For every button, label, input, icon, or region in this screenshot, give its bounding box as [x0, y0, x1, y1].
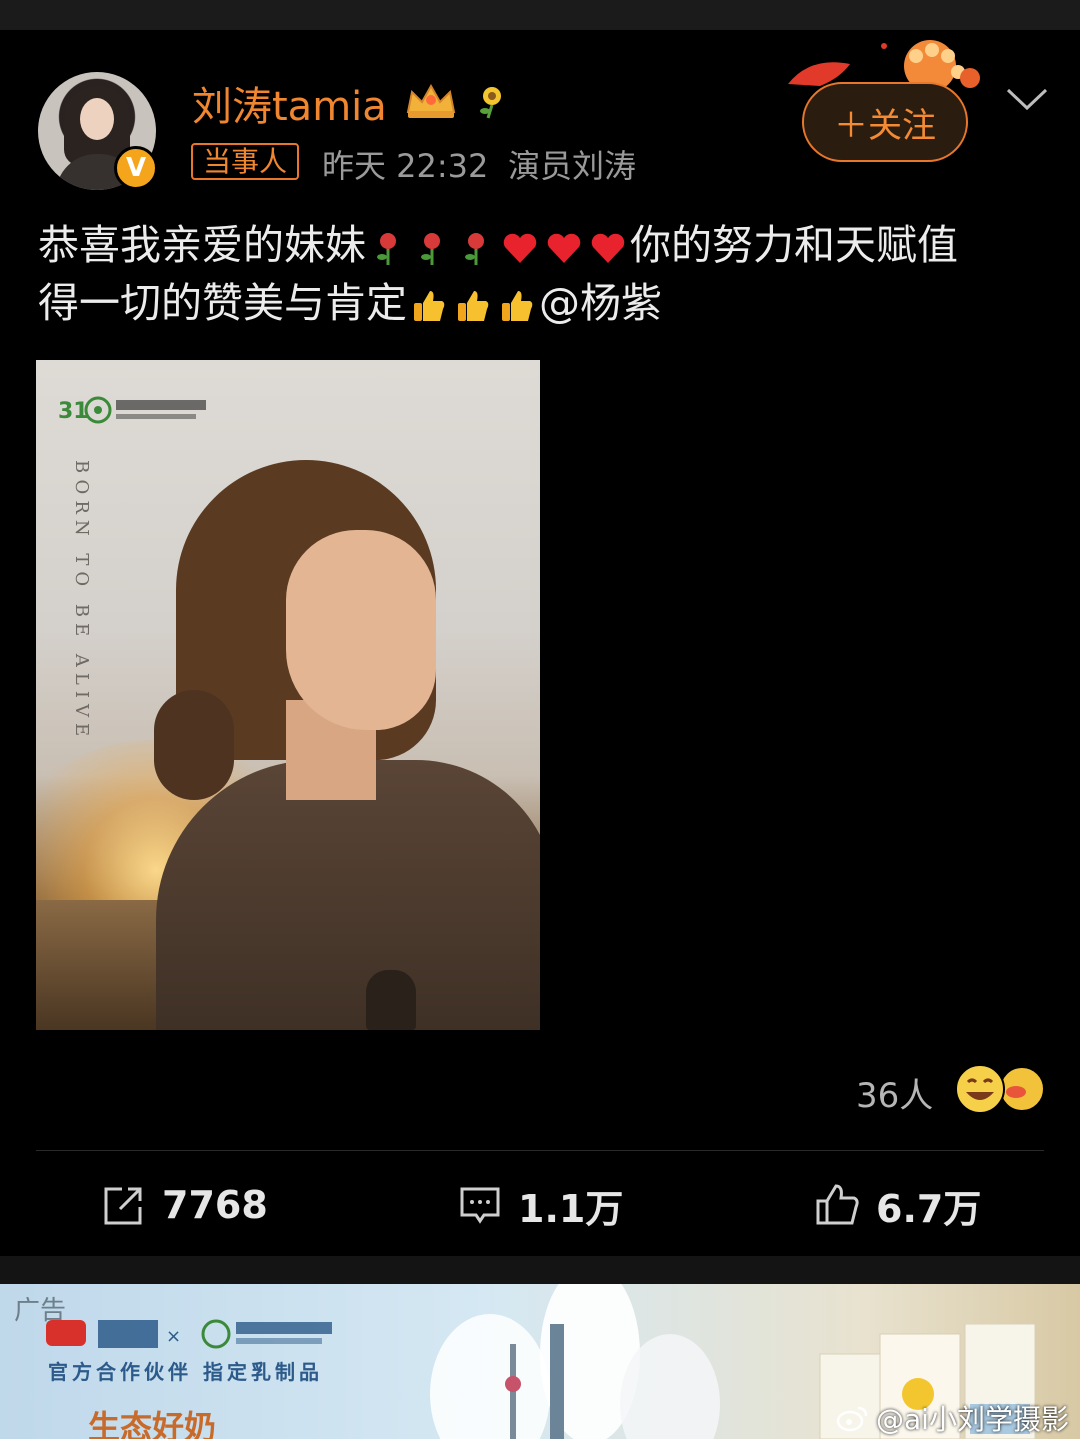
- ad-partner-text: 官方合作伙伴 指定乳制品: [48, 1360, 323, 1384]
- author-name[interactable]: 刘涛tamia: [192, 74, 387, 132]
- like-button[interactable]: 6.7万: [814, 1178, 981, 1232]
- section-gap: [0, 1256, 1080, 1284]
- crown-badge-icon[interactable]: [404, 82, 458, 120]
- chevron-down-icon[interactable]: [1004, 84, 1050, 114]
- ad-slogan: 生态好奶: [88, 1408, 217, 1439]
- heart-icon: [547, 233, 581, 263]
- thumbs-up-icon: [458, 291, 489, 321]
- comment-count: 1.1万: [518, 1186, 624, 1231]
- weibo-logo-icon: [836, 1406, 868, 1432]
- sunflower-badge-icon[interactable]: [472, 80, 512, 120]
- post-image[interactable]: 31 BORN TO BE ALIVE: [36, 360, 540, 1030]
- post-text-part: 你的努力和天赋值: [630, 221, 958, 269]
- svg-text:31: 31: [58, 399, 89, 424]
- thumbs-up-icon: [414, 291, 445, 321]
- heart-icon: [591, 233, 625, 263]
- like-icon: [816, 1184, 859, 1225]
- shanghai-tv-festival-logo: 31: [58, 396, 206, 424]
- repost-button[interactable]: 7768: [100, 1178, 268, 1232]
- post-text-part: 恭喜我亲爱的妹妹: [38, 221, 366, 269]
- rose-icon: [421, 233, 440, 265]
- repost-icon: [104, 1187, 142, 1225]
- post-text-part: 得一切的赞美与肯定: [38, 279, 407, 327]
- verified-v-icon: V: [114, 146, 158, 190]
- heart-icon: [503, 233, 537, 263]
- comment-icon: [460, 1187, 500, 1224]
- like-count: 6.7万: [876, 1186, 982, 1231]
- comment-button[interactable]: 1.1万: [456, 1178, 623, 1232]
- poster-vertical-text: BORN TO BE ALIVE: [71, 460, 92, 743]
- reaction-count[interactable]: 36人: [856, 1068, 933, 1117]
- rose-icon: [465, 233, 484, 265]
- ad-partner-logo: ×: [46, 1319, 332, 1349]
- thumbs-up-icon: [502, 291, 533, 321]
- follow-button[interactable]: ＋关注: [802, 82, 968, 162]
- post-text: 恭喜我亲爱的妹妹 你的努力和天赋值 得一切的赞美与肯定 @杨紫: [38, 216, 1048, 332]
- status-bar: [0, 0, 1080, 30]
- divider: [36, 1150, 1044, 1151]
- post-time: 昨天 22:32: [322, 147, 489, 185]
- watermark-text: @ai小刘学摄影: [876, 1403, 1069, 1436]
- rose-icon: [377, 233, 396, 265]
- svg-text:×: ×: [166, 1326, 181, 1347]
- repost-count: 7768: [162, 1183, 268, 1227]
- party-tag-badge: 当事人: [191, 143, 300, 180]
- post-source: 演员刘涛: [508, 147, 637, 185]
- ad-flower-graphic: [430, 1284, 720, 1439]
- mention-link[interactable]: @杨紫: [539, 279, 662, 327]
- weibo-watermark: @ai小刘学摄影: [836, 1398, 1069, 1438]
- reaction-emoji-icon[interactable]: [950, 1062, 1046, 1116]
